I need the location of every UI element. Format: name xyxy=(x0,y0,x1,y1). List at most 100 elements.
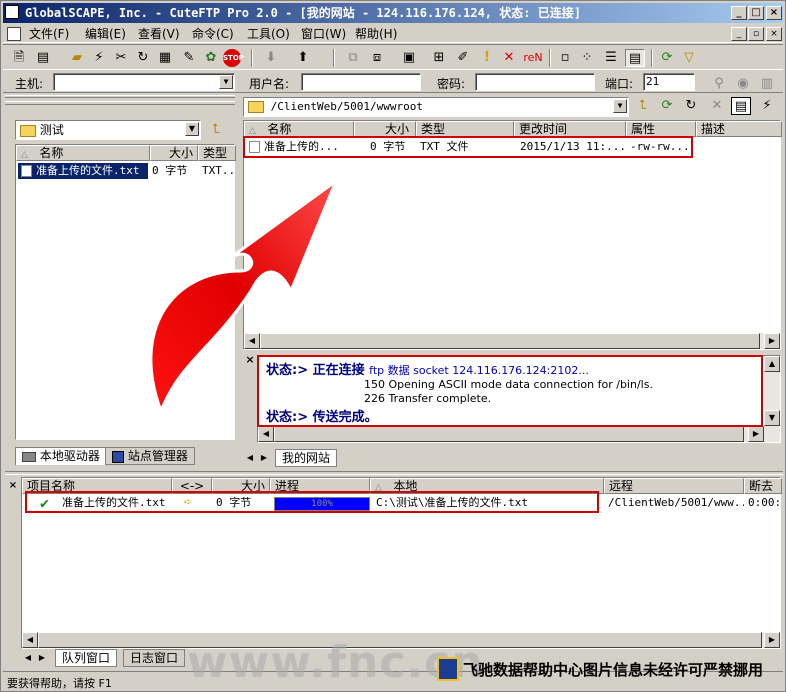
edit-icon[interactable]: ✎ xyxy=(179,49,199,67)
details-icon[interactable]: ▤ xyxy=(625,49,645,67)
tools-icon[interactable]: ✐ xyxy=(453,49,473,67)
remote-disconnect-icon[interactable]: ⚡ xyxy=(757,97,777,115)
filter-icon[interactable]: ▽ xyxy=(679,49,699,67)
tab-site-manager[interactable]: 站点管理器 xyxy=(105,447,195,465)
scroll-thumb[interactable] xyxy=(274,426,744,442)
remote-col-desc[interactable]: 描述 xyxy=(696,121,782,137)
remote-path-select[interactable]: /ClientWeb/5001/wwwroot ▼ xyxy=(243,97,629,117)
rename-icon[interactable]: reN xyxy=(523,49,543,67)
tab-queue-window[interactable]: 队列窗口 xyxy=(55,649,118,667)
view-icon[interactable]: ⊞ xyxy=(429,49,449,67)
small-icons-icon[interactable]: ⁘ xyxy=(577,49,597,67)
exclamation-icon[interactable]: ! xyxy=(477,49,497,67)
paste-icon[interactable]: ⧈ xyxy=(367,49,387,67)
menu-edit[interactable]: 编辑(E) xyxy=(85,26,126,42)
stop-icon[interactable]: STOP xyxy=(223,49,244,67)
queue-tab-right-icon[interactable]: ▶ xyxy=(35,649,49,667)
upload-icon[interactable]: ⬆ xyxy=(293,49,313,67)
download-icon[interactable]: ⬇ xyxy=(261,49,281,67)
menu-tools[interactable]: 工具(O) xyxy=(247,26,290,42)
disconnect-icon[interactable]: ✂ xyxy=(111,49,131,67)
remote-col-attr[interactable]: 属性 xyxy=(626,121,696,137)
remote-stop-icon[interactable]: ✕ xyxy=(707,97,727,115)
remote-col-name[interactable]: △ 名称 xyxy=(244,121,354,137)
tab-scroll-right-icon[interactable]: ▶ xyxy=(257,449,271,467)
tab-local-drives[interactable]: 本地驱动器 xyxy=(15,447,107,465)
close-queue-icon[interactable]: × xyxy=(7,477,19,495)
quick-connect-icon[interactable]: ⚡ xyxy=(89,49,109,67)
username-label: 用户名: xyxy=(249,77,290,91)
scroll-right-icon[interactable]: ▶ xyxy=(764,333,780,349)
remote-reload-icon[interactable]: ↻ xyxy=(681,97,701,115)
local-folder-dropdown-icon[interactable]: ▼ xyxy=(185,122,199,136)
queue-col-time[interactable]: 断去 xyxy=(744,478,782,494)
queue-tab-left-icon[interactable]: ◀ xyxy=(21,649,35,667)
copy-icon[interactable]: ⧉ xyxy=(343,49,363,67)
local-folder-select[interactable]: 测试 ▼ xyxy=(15,120,201,140)
open-folder-icon[interactable]: ▰ xyxy=(67,49,87,67)
reconnect-icon[interactable]: ↻ xyxy=(133,49,153,67)
maximize-button[interactable]: □ xyxy=(748,6,764,20)
connect-icon[interactable]: 🗎 xyxy=(9,49,29,67)
tab-scroll-left-icon[interactable]: ◀ xyxy=(243,449,257,467)
username-input[interactable] xyxy=(301,73,421,91)
scroll-right-icon[interactable]: ▶ xyxy=(764,632,780,648)
log-horizontal-scrollbar[interactable]: ◀ ▶ xyxy=(258,426,780,442)
mdi-close-button[interactable]: × xyxy=(766,27,782,41)
local-col-type[interactable]: 类型 xyxy=(198,145,236,161)
refresh-icon[interactable]: ⟳ xyxy=(657,49,677,67)
log-vertical-scrollbar[interactable]: ▲ ▼ xyxy=(764,356,780,426)
port-input[interactable]: 21 xyxy=(643,73,695,91)
folder-icon xyxy=(248,101,264,113)
scroll-up-icon[interactable]: ▲ xyxy=(764,356,780,372)
port-value: 21 xyxy=(646,75,660,88)
menu-help[interactable]: 帮助(H) xyxy=(355,26,397,42)
record-icon[interactable]: ◉ xyxy=(733,75,753,93)
large-icons-icon[interactable]: ▫ xyxy=(555,49,575,67)
host-input[interactable]: ▼ xyxy=(53,73,235,91)
menu-command[interactable]: 命令(C) xyxy=(192,26,234,42)
remote-col-modified[interactable]: 更改时间 xyxy=(514,121,626,137)
annotation-box-queue xyxy=(25,491,599,513)
local-up-folder-icon[interactable]: ⮤ xyxy=(206,121,226,139)
url-icon[interactable]: ▦ xyxy=(155,49,175,67)
queue-col-remote[interactable]: 远程 xyxy=(604,478,744,494)
menu-window[interactable]: 窗口(W) xyxy=(301,26,346,42)
settings-icon[interactable]: ✿ xyxy=(201,49,221,67)
scroll-right-icon[interactable]: ▶ xyxy=(748,426,764,442)
menu-file[interactable]: 文件(F) xyxy=(29,26,69,42)
remote-col-type[interactable]: 类型 xyxy=(416,121,514,137)
menu-view[interactable]: 查看(V) xyxy=(138,26,180,42)
password-input[interactable] xyxy=(475,73,595,91)
mdi-minimize-button[interactable]: _ xyxy=(731,27,747,41)
local-file-name: 准备上传的文件.txt xyxy=(18,163,148,179)
mdi-restore-button[interactable]: ▫ xyxy=(748,27,764,41)
scroll-left-icon[interactable]: ◀ xyxy=(258,426,274,442)
tab-my-site[interactable]: 我的网站 xyxy=(275,449,338,467)
site-icon[interactable]: ▥ xyxy=(757,75,777,93)
left-pane-splitter[interactable] xyxy=(5,95,235,98)
remote-path-dropdown-icon[interactable]: ▼ xyxy=(613,99,627,113)
local-col-size[interactable]: 大小 xyxy=(150,145,198,161)
queue-splitter[interactable] xyxy=(5,471,783,475)
remote-path: /ClientWeb/5001/wwwroot xyxy=(270,100,423,113)
new-icon[interactable]: ▤ xyxy=(33,49,53,67)
list-icon[interactable]: ☰ xyxy=(601,49,621,67)
close-button[interactable]: × xyxy=(766,6,782,20)
scroll-down-icon[interactable]: ▼ xyxy=(764,410,780,426)
minimize-button[interactable]: _ xyxy=(731,6,747,20)
remote-view-icon[interactable]: ▤ xyxy=(731,97,751,115)
remote-col-size[interactable]: 大小 xyxy=(354,121,416,137)
document-icon xyxy=(7,27,21,41)
host-dropdown-icon[interactable]: ▼ xyxy=(219,75,233,89)
delete-icon[interactable]: ✕ xyxy=(499,49,519,67)
properties-icon[interactable]: ▣ xyxy=(399,49,419,67)
left-pane-grip[interactable] xyxy=(5,101,235,105)
remote-refresh-icon[interactable]: ⟳ xyxy=(657,97,677,115)
local-col-name[interactable]: △ 名称 xyxy=(16,145,150,161)
remote-up-folder-icon[interactable]: ⮤ xyxy=(633,97,653,115)
title-bar: GlobalSCAPE, Inc. - CuteFTP Pro 2.0 - [我… xyxy=(3,3,783,23)
scroll-left-icon[interactable]: ◀ xyxy=(22,632,38,648)
connect-plug-icon[interactable]: ⚲ xyxy=(709,75,729,93)
tab-log-window[interactable]: 日志窗口 xyxy=(123,649,186,667)
